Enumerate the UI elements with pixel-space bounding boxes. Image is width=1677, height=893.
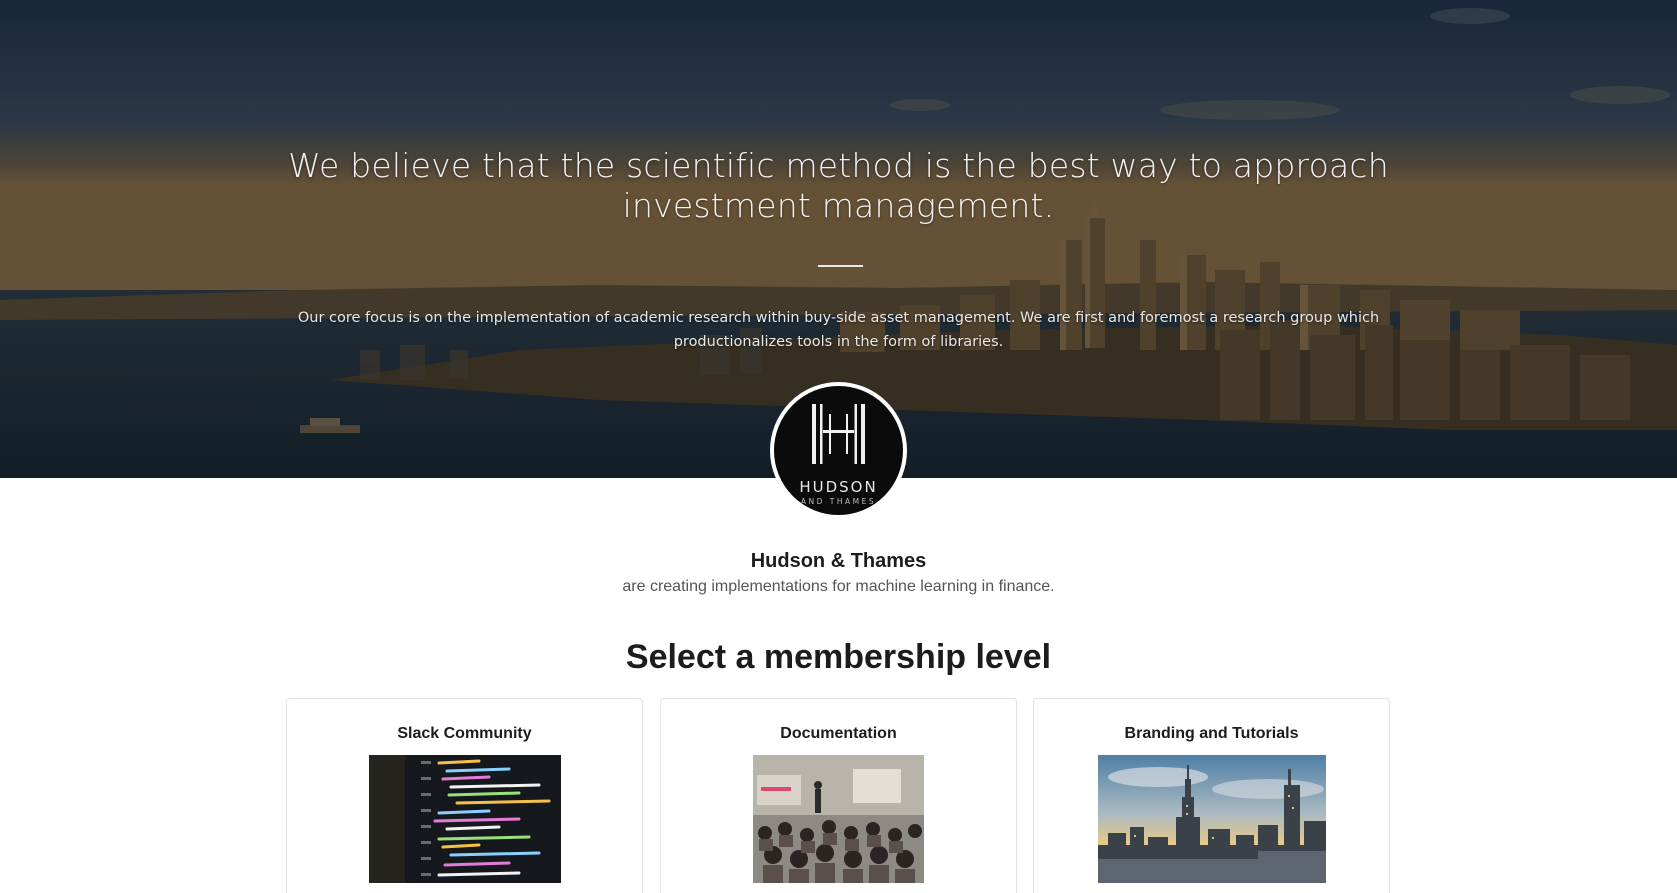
hero-headline: We believe that the scientific method is… — [288, 146, 1389, 225]
tier-card-documentation[interactable]: Documentation — [660, 698, 1017, 893]
tier-card-slack-community[interactable]: Slack Community — [286, 698, 643, 893]
creator-name: Hudson & Thames — [750, 550, 927, 572]
tier-card-branding-and-tutorials[interactable]: Branding and Tutorials — [1033, 698, 1390, 893]
logo-subword: AND THAMES — [800, 497, 877, 506]
tier-title: Slack Community — [397, 725, 532, 742]
creator-avatar: HUDSON AND THAMES — [770, 382, 907, 519]
tier-image-code-editor — [369, 755, 561, 883]
membership-section-title: Select a membership level — [625, 638, 1052, 676]
tier-image-city-skyline — [1098, 755, 1326, 883]
creator-tagline: are creating implementations for machine… — [622, 578, 1055, 595]
hero-description: Our core focus is on the implementation … — [297, 310, 1380, 350]
tier-title: Documentation — [780, 725, 897, 742]
tier-title: Branding and Tutorials — [1124, 725, 1299, 742]
hero-divider — [818, 265, 863, 267]
tier-image-lecture-hall — [753, 755, 924, 883]
logo-wordmark: HUDSON — [799, 478, 878, 496]
